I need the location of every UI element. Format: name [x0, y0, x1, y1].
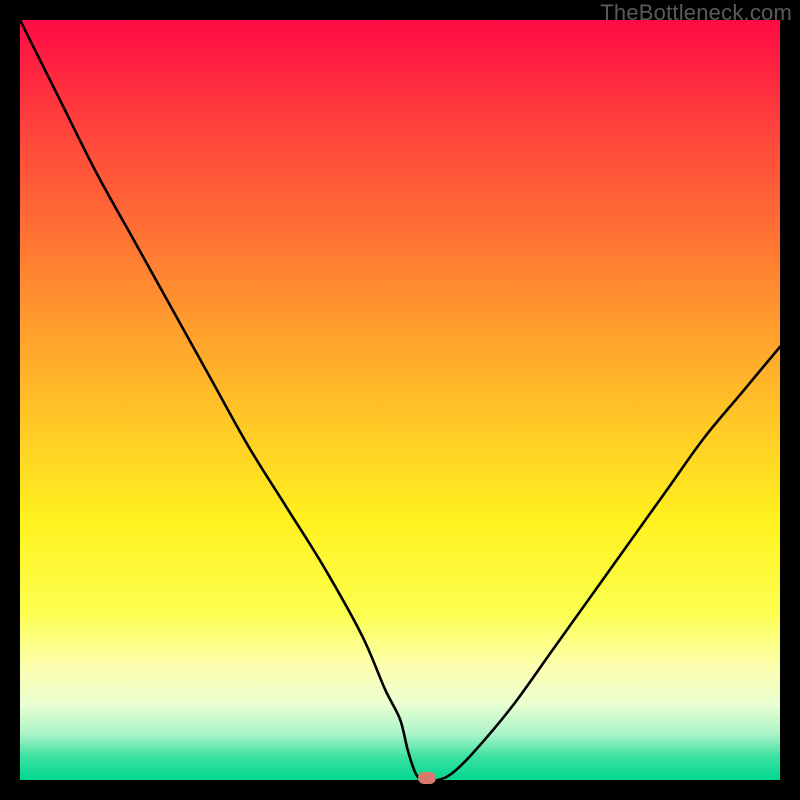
chart-container: TheBottleneck.com	[0, 0, 800, 800]
bottleneck-curve	[20, 20, 780, 780]
plot-area	[20, 20, 780, 780]
bottleneck-marker	[418, 772, 436, 784]
